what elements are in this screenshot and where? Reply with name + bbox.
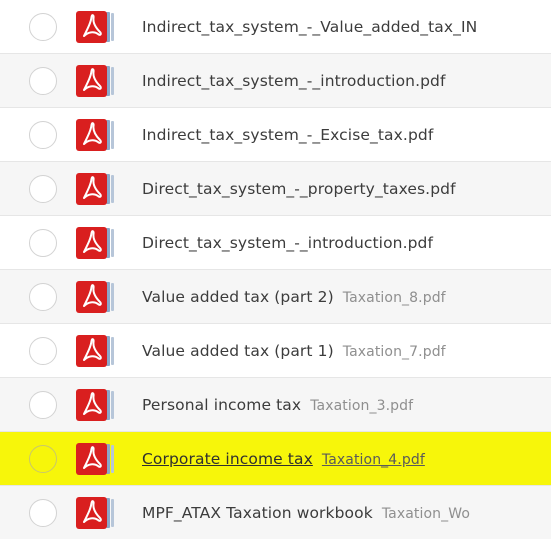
pdf-icon — [76, 119, 120, 151]
file-title: Direct_tax_system_-_property_taxes.pdf — [142, 180, 456, 198]
select-radio[interactable] — [29, 283, 57, 311]
pdf-icon — [76, 497, 120, 529]
file-title: MPF_ATAX Taxation workbook — [142, 504, 373, 522]
select-radio[interactable] — [29, 175, 57, 203]
select-radio[interactable] — [29, 337, 57, 365]
pdf-icon — [76, 173, 120, 205]
file-link[interactable]: Indirect_tax_system_-_introduction.pdf — [142, 54, 446, 107]
select-radio[interactable] — [29, 445, 57, 473]
file-title: Personal income tax — [142, 396, 302, 414]
select-radio[interactable] — [29, 391, 57, 419]
pdf-icon — [76, 65, 120, 97]
select-radio[interactable] — [29, 499, 57, 527]
file-title: Corporate income tax — [142, 450, 313, 468]
file-title: Indirect_tax_system_-_Excise_tax.pdf — [142, 126, 434, 144]
list-item[interactable]: Indirect_tax_system_-_Excise_tax.pdf — [0, 108, 551, 162]
file-name: Taxation_Wo — [381, 506, 470, 522]
file-link[interactable]: Corporate income tax Taxation_4.pdf — [142, 432, 425, 485]
file-title: Indirect_tax_system_-_Value_added_tax_IN — [142, 18, 478, 36]
list-item[interactable]: Direct_tax_system_-_introduction.pdf — [0, 216, 551, 270]
file-name: Taxation_7.pdf — [342, 344, 446, 360]
select-radio[interactable] — [29, 229, 57, 257]
pdf-icon — [76, 11, 120, 43]
list-item[interactable]: Personal income tax Taxation_3.pdf — [0, 378, 551, 432]
pdf-icon — [76, 335, 120, 367]
list-item-highlighted[interactable]: Corporate income tax Taxation_4.pdf — [0, 432, 551, 486]
file-list: Indirect_tax_system_-_Value_added_tax_IN… — [0, 0, 551, 539]
file-link[interactable]: Value added tax (part 2) Taxation_8.pdf — [142, 270, 446, 323]
list-item[interactable]: Indirect_tax_system_-_Value_added_tax_IN — [0, 0, 551, 54]
list-item[interactable]: Value added tax (part 1) Taxation_7.pdf — [0, 324, 551, 378]
list-item[interactable]: Indirect_tax_system_-_introduction.pdf — [0, 54, 551, 108]
file-title: Value added tax (part 1) — [142, 342, 334, 360]
pdf-icon — [76, 281, 120, 313]
pdf-icon — [76, 443, 120, 475]
file-link[interactable]: Personal income tax Taxation_3.pdf — [142, 378, 414, 431]
pdf-icon — [76, 227, 120, 259]
file-link[interactable]: Indirect_tax_system_-_Value_added_tax_IN — [142, 0, 478, 53]
file-link[interactable]: Direct_tax_system_-_property_taxes.pdf — [142, 162, 456, 215]
file-title: Direct_tax_system_-_introduction.pdf — [142, 234, 434, 252]
list-item[interactable]: MPF_ATAX Taxation workbook Taxation_Wo — [0, 486, 551, 539]
file-link[interactable]: Indirect_tax_system_-_Excise_tax.pdf — [142, 108, 434, 161]
file-name: Taxation_4.pdf — [321, 452, 425, 468]
select-radio[interactable] — [29, 67, 57, 95]
list-item[interactable]: Direct_tax_system_-_property_taxes.pdf — [0, 162, 551, 216]
pdf-icon — [76, 389, 120, 421]
file-title: Value added tax (part 2) — [142, 288, 334, 306]
file-title: Indirect_tax_system_-_introduction.pdf — [142, 72, 446, 90]
file-name: Taxation_8.pdf — [342, 290, 446, 306]
file-link[interactable]: MPF_ATAX Taxation workbook Taxation_Wo — [142, 486, 470, 539]
list-item[interactable]: Value added tax (part 2) Taxation_8.pdf — [0, 270, 551, 324]
file-link[interactable]: Value added tax (part 1) Taxation_7.pdf — [142, 324, 446, 377]
select-radio[interactable] — [29, 121, 57, 149]
file-name: Taxation_3.pdf — [310, 398, 414, 414]
select-radio[interactable] — [29, 13, 57, 41]
file-link[interactable]: Direct_tax_system_-_introduction.pdf — [142, 216, 434, 269]
